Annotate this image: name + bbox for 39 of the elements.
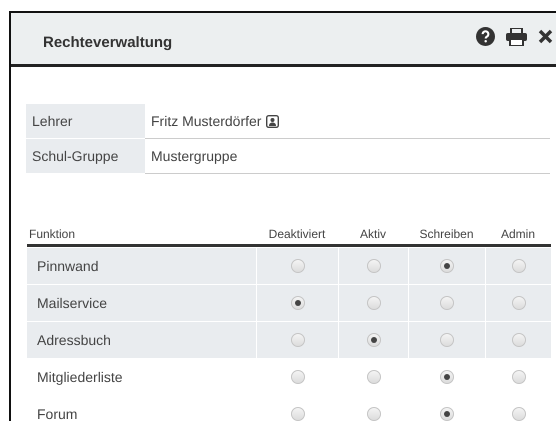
function-name: Forum: [37, 404, 78, 421]
radio-button[interactable]: [440, 333, 454, 347]
column-header: Deaktiviert: [268, 226, 326, 242]
radio-button[interactable]: [290, 259, 304, 273]
radio-button[interactable]: [512, 259, 526, 273]
column-header: Funktion: [29, 226, 76, 242]
radio-button[interactable]: [512, 296, 526, 310]
column-header: Schreiben: [419, 226, 474, 242]
field-label: Schul-Gruppe: [26, 139, 145, 174]
function-name: Mailservice: [37, 294, 108, 312]
close-icon[interactable]: [538, 29, 553, 44]
field-value: Fritz Musterdörfer: [151, 112, 262, 130]
radio-button[interactable]: [440, 407, 454, 421]
column-header: Aktiv: [360, 226, 386, 242]
window-title: Rechteverwaltung: [43, 32, 172, 52]
radio-button[interactable]: [512, 370, 526, 384]
radio-button[interactable]: [440, 259, 454, 273]
function-name: Mitgliederliste: [37, 368, 123, 387]
radio-button[interactable]: [440, 370, 454, 384]
contact-card-icon[interactable]: [266, 114, 280, 128]
column-header: Admin: [500, 226, 535, 242]
print-icon[interactable]: [506, 28, 527, 46]
function-name: Pinnwand: [37, 256, 98, 276]
radio-button[interactable]: [512, 407, 526, 421]
radio-button[interactable]: [366, 333, 380, 347]
radio-button[interactable]: [290, 333, 304, 347]
radio-button[interactable]: [366, 407, 380, 421]
radio-button[interactable]: [290, 407, 304, 421]
radio-button[interactable]: [290, 296, 304, 310]
radio-button[interactable]: [366, 259, 380, 273]
radio-button[interactable]: [512, 333, 526, 347]
radio-button[interactable]: [290, 370, 304, 384]
help-icon[interactable]: [476, 27, 495, 46]
radio-button[interactable]: [366, 370, 380, 384]
radio-button[interactable]: [366, 296, 380, 310]
field-value: Mustergruppe: [151, 146, 238, 166]
radio-button[interactable]: [440, 296, 454, 310]
field-label: Lehrer: [26, 104, 145, 139]
function-name: Adressbuch: [37, 330, 111, 350]
